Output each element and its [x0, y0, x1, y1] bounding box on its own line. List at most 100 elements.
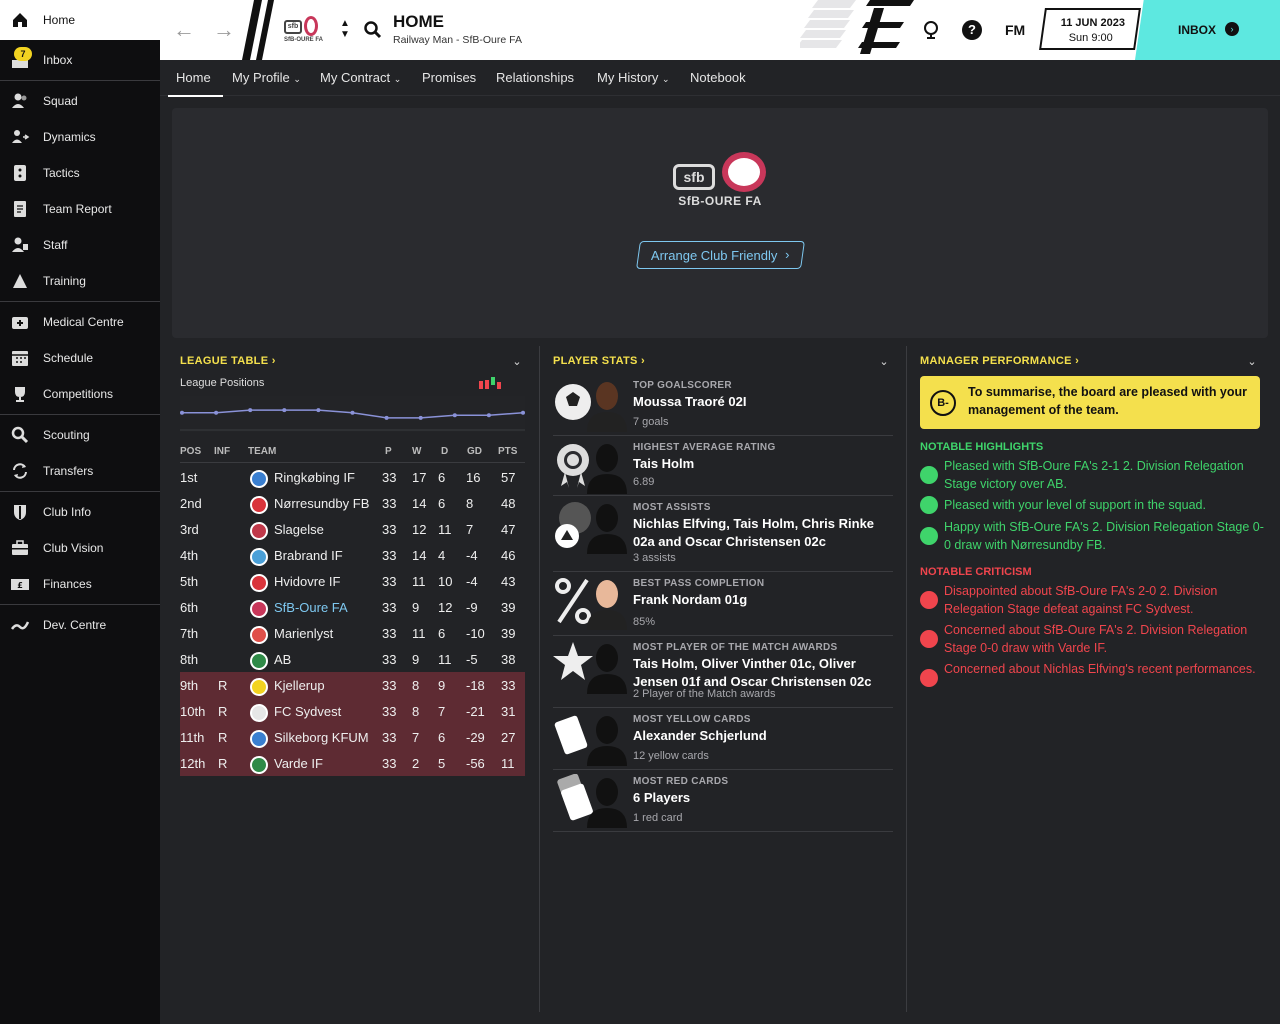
chevron-down-icon[interactable]: ⌄ [1245, 355, 1259, 369]
search-icon[interactable] [363, 20, 383, 40]
tab-notebook[interactable]: Notebook [690, 70, 746, 85]
inbox-button[interactable]: INBOX › [1135, 0, 1280, 60]
cell-p: 33 [382, 756, 397, 771]
player-name-link[interactable]: Tais Holm, Oliver Vinther 01c, Oliver Je… [633, 655, 888, 691]
chevron-up-down-icon[interactable]: ▲ ▼ [340, 18, 350, 40]
player-name-link[interactable]: Alexander Schjerlund [633, 727, 888, 745]
player-name-link[interactable]: Moussa Traoré 02I [633, 393, 888, 411]
table-row[interactable]: 1st 33 17 6 16 57 Ringkøbing IF [180, 464, 525, 490]
sidebar-item-competitions[interactable]: Competitions [0, 376, 160, 412]
medical-icon [12, 317, 28, 329]
sidebar-item-squad[interactable]: Squad [0, 83, 160, 119]
team-name-link[interactable]: FC Sydvest [274, 704, 341, 719]
team-name-link[interactable]: Varde IF [274, 756, 323, 771]
col-w[interactable]: W [412, 446, 421, 457]
cell-pts: 33 [501, 678, 516, 693]
sidebar-item-scouting[interactable]: Scouting [0, 417, 160, 453]
tab-my-history[interactable]: My History ⌄ [597, 70, 670, 85]
team-name-link[interactable]: AB [274, 652, 291, 667]
help-icon[interactable]: ? [962, 20, 982, 40]
cell-p: 33 [382, 496, 397, 511]
table-row[interactable]: 5th 33 11 10 -4 43 Hvidovre IF [180, 568, 525, 594]
team-name-link[interactable]: Marienlyst [274, 626, 333, 641]
team-name-link[interactable]: Ringkøbing IF [274, 470, 355, 485]
manager-performance-title[interactable]: MANAGER PERFORMANCE › [920, 355, 1079, 367]
team-name-link[interactable]: Kjellerup [274, 678, 325, 693]
team-name-link[interactable]: Nørresundby FB [274, 496, 369, 511]
player-name-link[interactable]: Nichlas Elfving, Tais Holm, Chris Rinke … [633, 515, 888, 551]
player-stat-item[interactable]: TOP GOALSCORER Moussa Traoré 02I 7 goals [553, 374, 893, 436]
player-stat-item[interactable]: BEST PASS COMPLETION Frank Nordam 01g 85% [553, 572, 893, 636]
cell-gd: -21 [466, 704, 485, 719]
forward-arrow-icon[interactable]: → [212, 18, 236, 42]
player-stat-item[interactable]: MOST PLAYER OF THE MATCH AWARDS Tais Holm… [553, 636, 893, 708]
tab-relationships[interactable]: Relationships [496, 70, 574, 85]
team-name-link[interactable]: Slagelse [274, 522, 324, 537]
player-name-link[interactable]: 6 Players [633, 789, 888, 807]
cell-w: 9 [412, 652, 420, 667]
arrange-friendly-button[interactable]: Arrange Club Friendly › [636, 241, 805, 269]
team-crest-icon [250, 626, 268, 644]
player-name-link[interactable]: Frank Nordam 01g [633, 591, 888, 609]
sidebar-item-club-info[interactable]: Club Info [0, 494, 160, 530]
table-row[interactable]: 8th 33 9 11 -5 38 AB [180, 646, 525, 672]
player-stat-item[interactable]: MOST RED CARDS 6 Players 1 red card [553, 770, 893, 832]
league-table-title[interactable]: LEAGUE TABLE › [180, 355, 276, 367]
back-arrow-icon[interactable]: ← [172, 18, 196, 42]
table-row[interactable]: 4th 33 14 4 -4 46 Brabrand IF [180, 542, 525, 568]
chevron-down-icon[interactable]: ⌄ [510, 355, 524, 369]
table-row[interactable]: 9th R 33 8 9 -18 33 Kjellerup [180, 672, 525, 698]
sidebar-item-finances[interactable]: £ Finances [0, 566, 160, 602]
col-team[interactable]: TEAM [248, 446, 276, 457]
divider [906, 346, 907, 1012]
sidebar-item-dev-centre[interactable]: Dev. Centre [0, 607, 160, 643]
shield-icon [14, 505, 26, 520]
sidebar-item-medical-centre[interactable]: Medical Centre [0, 304, 160, 340]
team-name-link[interactable]: SfB-Oure FA [274, 600, 348, 615]
team-crest-icon [250, 522, 268, 540]
chevron-down-icon[interactable]: ⌄ [877, 355, 891, 369]
tab-home[interactable]: Home [168, 70, 223, 97]
table-row[interactable]: 11th R 33 7 6 -29 27 Silkeborg KFUM [180, 724, 525, 750]
world-cup-icon[interactable] [921, 20, 941, 40]
table-row[interactable]: 7th 33 11 6 -10 39 Marienlyst [180, 620, 525, 646]
table-row[interactable]: 2nd 33 14 6 8 48 Nørresundby FB [180, 490, 525, 516]
player-stats-title[interactable]: PLAYER STATS › [553, 355, 645, 367]
team-name-link[interactable]: Hvidovre IF [274, 574, 340, 589]
table-row[interactable]: 12th R 33 2 5 -56 11 Varde IF [180, 750, 525, 776]
col-gd[interactable]: GD [467, 446, 482, 457]
sidebar-item-team-report[interactable]: Team Report [0, 191, 160, 227]
cell-gd: 8 [466, 496, 474, 511]
sidebar-item-club-vision[interactable]: Club Vision [0, 530, 160, 566]
player-stat-item[interactable]: MOST ASSISTS Nichlas Elfving, Tais Holm, … [553, 496, 893, 572]
club-badge[interactable]: sfb SfB-OURE FA [284, 14, 326, 44]
col-d[interactable]: D [441, 446, 448, 457]
player-stat-item[interactable]: MOST YELLOW CARDS Alexander Schjerlund 12 … [553, 708, 893, 770]
table-row[interactable]: 3rd 33 12 11 7 47 Slagelse [180, 516, 525, 542]
col-pos[interactable]: POS [180, 446, 201, 457]
sidebar-item-training[interactable]: Training [0, 263, 160, 299]
col-pts[interactable]: PTS [498, 446, 517, 457]
cell-pos: 9th [180, 678, 199, 693]
col-inf[interactable]: INF [214, 446, 230, 457]
table-row[interactable]: 6th 33 9 12 -9 39 SfB-Oure FA [180, 594, 525, 620]
player-stat-item[interactable]: HIGHEST AVERAGE RATING Tais Holm 6.89 [553, 436, 893, 496]
sidebar-item-inbox[interactable]: 7 Inbox [0, 42, 160, 78]
team-name-link[interactable]: Silkeborg KFUM [274, 730, 369, 745]
player-name-link[interactable]: Tais Holm [633, 455, 888, 473]
team-name-link[interactable]: Brabrand IF [274, 548, 343, 563]
sidebar-item-tactics[interactable]: Tactics [0, 155, 160, 191]
col-p[interactable]: P [385, 446, 392, 457]
sidebar-item-staff[interactable]: Staff [0, 227, 160, 263]
sidebar-item-dynamics[interactable]: Dynamics [0, 119, 160, 155]
date-box[interactable]: 11 JUN 2023 Sun 9:00 [1039, 8, 1141, 50]
tab-promises[interactable]: Promises [422, 70, 476, 85]
fm-logo[interactable]: FM [1005, 22, 1025, 38]
sidebar-item-transfers[interactable]: Transfers [0, 453, 160, 489]
cell-p: 33 [382, 548, 397, 563]
sidebar-item-home[interactable]: Home [0, 0, 160, 40]
tab-my-profile[interactable]: My Profile ⌄ [232, 70, 301, 85]
tab-my-contract[interactable]: My Contract ⌄ [320, 70, 401, 85]
sidebar-item-schedule[interactable]: Schedule [0, 340, 160, 376]
table-row[interactable]: 10th R 33 8 7 -21 31 FC Sydvest [180, 698, 525, 724]
